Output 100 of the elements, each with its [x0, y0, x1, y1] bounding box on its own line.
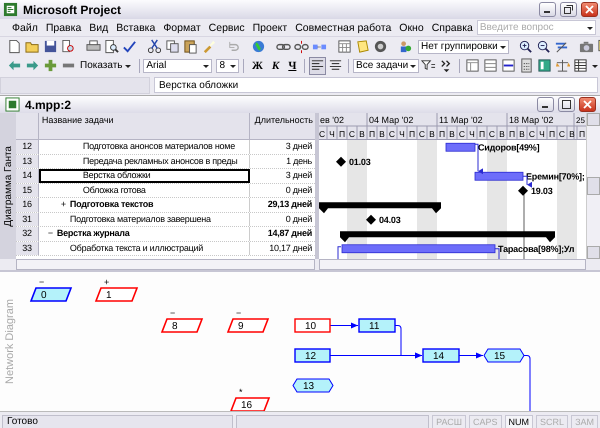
status-indicator: NUM [504, 414, 534, 428]
row-number: 31 [16, 212, 39, 226]
entry-field[interactable]: Верстка обложки [154, 77, 598, 93]
day-label: С [319, 129, 326, 139]
maximize-button[interactable] [558, 97, 575, 112]
task-bar[interactable] [342, 244, 496, 254]
scissors-icon[interactable] [147, 39, 162, 54]
day-label: В [379, 129, 385, 139]
task-name[interactable]: Верстка обложки [82, 170, 150, 180]
people-icon[interactable] [398, 39, 413, 54]
horizontal-scrollbar[interactable] [16, 259, 315, 270]
camera-icon[interactable] [578, 39, 594, 54]
split-pane-icon[interactable] [536, 58, 552, 73]
paste-icon[interactable] [183, 39, 198, 54]
copy-icon[interactable] [165, 39, 180, 54]
calculator-icon[interactable] [518, 58, 534, 73]
task-name[interactable]: Подготовка анонсов материалов номе [82, 141, 235, 151]
task-bar[interactable] [474, 172, 524, 181]
document-title: 4.mpp:2 [25, 98, 72, 112]
menu-item[interactable]: Правка [42, 20, 86, 34]
italic-button[interactable]: К [268, 57, 284, 74]
menu-item[interactable]: Справка [428, 20, 477, 34]
table-icon[interactable] [464, 58, 480, 73]
table-rows-icon[interactable] [482, 58, 498, 73]
calendar-icon[interactable] [337, 39, 352, 54]
task-node[interactable]: 12 [294, 348, 331, 363]
menu-item[interactable]: Сервис [204, 20, 249, 34]
menu-item[interactable]: Формат [159, 20, 205, 34]
new-document-icon[interactable] [7, 39, 22, 54]
task-name[interactable]: Подготовка материалов завершена [70, 214, 211, 224]
duration-cell-text: 3 дней [284, 169, 313, 182]
day-label: С [558, 129, 566, 139]
menu-item[interactable]: Проект [248, 20, 292, 34]
day-label: П [338, 129, 346, 139]
task-node[interactable]: 10 [294, 318, 331, 333]
spell-check-icon[interactable] [122, 39, 137, 54]
task-name[interactable]: Верстка журнала [56, 228, 130, 238]
task-node[interactable]: 14 [422, 348, 460, 363]
menu-item[interactable]: Совместная работа [291, 20, 396, 34]
app-icon [3, 2, 18, 17]
menu-item[interactable]: Вид [85, 20, 112, 34]
summary-bar[interactable] [340, 231, 555, 242]
font-dropdown[interactable]: Arial [143, 58, 212, 72]
task-name[interactable]: Обложка готова [82, 184, 146, 194]
menu-item[interactable]: Окно [395, 20, 428, 34]
column-header[interactable]: Название задачи [38, 113, 250, 139]
outline-symbol: − [170, 308, 176, 318]
align-left-button[interactable] [309, 56, 326, 74]
filter-icon[interactable] [421, 58, 436, 73]
menu-item[interactable]: Файл [8, 20, 42, 34]
bold-button[interactable]: Ж [248, 57, 267, 74]
unlink-icon[interactable] [294, 39, 309, 54]
save-icon[interactable] [43, 39, 58, 54]
underline-button[interactable]: Ч [284, 57, 300, 74]
help-search-field[interactable]: Введите вопрос [476, 20, 596, 35]
close-button[interactable] [581, 2, 598, 17]
task-node[interactable]: 8 [160, 318, 204, 333]
font-size-dropdown[interactable]: 8 [216, 58, 240, 72]
day-label: Ч [329, 129, 335, 139]
task-info-icon[interactable] [373, 39, 388, 54]
day-label: С [488, 129, 496, 139]
task-node[interactable]: 1 [94, 287, 138, 302]
zoom-in-icon[interactable] [518, 39, 533, 54]
globe-icon[interactable] [251, 39, 266, 54]
scales-icon[interactable] [554, 58, 570, 73]
highlight-row-icon[interactable] [500, 58, 516, 73]
day-label: С [348, 129, 356, 139]
minimize-button[interactable] [539, 2, 556, 17]
show-button[interactable]: Показать [78, 60, 135, 72]
outline-toggle[interactable]: + [60, 198, 70, 211]
minimize-button[interactable] [537, 97, 554, 112]
task-node[interactable]: 0 [30, 287, 72, 302]
day-label: П [438, 129, 446, 139]
bar-label: Тарасова[98%];Ул [498, 244, 574, 254]
task-node[interactable]: 16 [230, 397, 270, 411]
task-name[interactable]: Подготовка текстов [70, 199, 154, 209]
vertical-scrollbar[interactable] [586, 113, 600, 259]
grid-icon[interactable] [572, 58, 588, 73]
menu-item[interactable]: Вставка [112, 20, 160, 34]
task-node[interactable]: 13 [292, 378, 334, 392]
milestone-marker[interactable] [518, 186, 528, 196]
task-bar[interactable] [446, 142, 476, 152]
task-name[interactable]: Передача рекламных анонсов в преды [82, 156, 238, 166]
day-label: В [359, 129, 365, 139]
task-name[interactable]: Обработка текста и иллюстраций [70, 242, 204, 252]
outline-toggle[interactable]: − [48, 227, 57, 240]
task-node[interactable]: 9 [226, 318, 270, 333]
duration-cell-text: 1 день [285, 154, 313, 168]
task-node[interactable]: 15 [483, 348, 525, 362]
status-indicator: ЗАМ [571, 414, 598, 428]
zoom-out-icon[interactable] [536, 39, 551, 54]
close-button[interactable] [579, 97, 596, 112]
grouping-dropdown[interactable]: Нет группировки [418, 40, 509, 54]
document-search-icon[interactable] [61, 39, 76, 54]
horizontal-scrollbar[interactable] [319, 259, 586, 270]
day-label: С [528, 129, 536, 139]
restore-button[interactable] [560, 2, 577, 17]
task-node[interactable]: 11 [358, 318, 396, 333]
print-preview-icon[interactable] [104, 39, 119, 54]
column-header[interactable]: Длительность [250, 113, 315, 139]
